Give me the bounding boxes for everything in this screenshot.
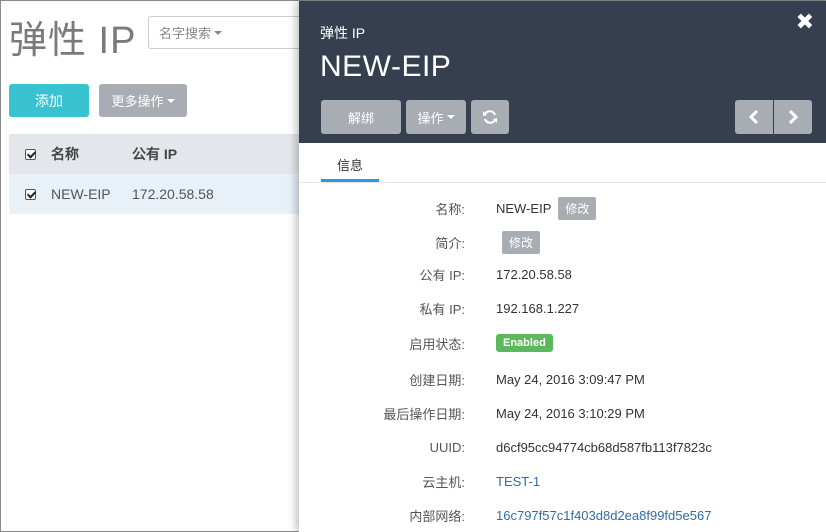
field-public-ip: 公有 IP: 172.20.58.58 xyxy=(299,259,826,289)
vm-link[interactable]: TEST-1 xyxy=(496,474,540,489)
field-label: 公有 IP: xyxy=(419,267,465,283)
detail-panel: 弹性 IP NEW-EIP ✖ 解绑 操作 信息 名称: NEW-EIP 修改 … xyxy=(299,1,826,532)
more-actions-button[interactable]: 更多操作 xyxy=(99,84,187,117)
field-value: May 24, 2016 3:09:47 PM xyxy=(496,371,645,387)
column-header-public-ip[interactable]: 公有 IP xyxy=(132,144,309,164)
field-label: 启用状态: xyxy=(409,336,465,352)
previous-button[interactable] xyxy=(735,100,773,134)
field-value: NEW-EIP xyxy=(496,200,552,216)
panel-header: 弹性 IP NEW-EIP ✖ 解绑 操作 xyxy=(299,1,826,143)
select-all-checkbox[interactable] xyxy=(24,148,36,160)
field-value: 192.168.1.227 xyxy=(496,300,580,316)
panel-title: NEW-EIP xyxy=(320,50,452,83)
eip-table: 名称 公有 IP NEW-EIP 172.20.58.58 xyxy=(9,134,309,214)
refresh-button[interactable] xyxy=(471,100,509,134)
field-vm: 云主机: TEST-1 xyxy=(299,466,826,496)
field-name: 名称: NEW-EIP 修改 xyxy=(299,193,826,223)
caret-down-icon xyxy=(214,30,223,35)
tab-bar: 信息 xyxy=(299,143,826,183)
next-button[interactable] xyxy=(774,100,812,134)
table-row[interactable]: NEW-EIP 172.20.58.58 xyxy=(9,174,309,214)
page-title: 弹性 IP xyxy=(9,20,137,62)
field-label: 私有 IP: xyxy=(419,301,465,317)
field-label: 云主机: xyxy=(422,474,465,490)
field-label: 名称: xyxy=(435,201,465,217)
field-value: d6cf95cc94774cb68d587fb113f7823c xyxy=(496,439,712,455)
field-label: 简介: xyxy=(435,235,465,251)
field-label: 创建日期: xyxy=(409,372,465,388)
operations-button[interactable]: 操作 xyxy=(406,100,466,134)
field-modified: 最后操作日期: May 24, 2016 3:10:29 PM xyxy=(299,398,826,428)
add-button[interactable]: 添加 xyxy=(9,84,89,117)
field-label: 最后操作日期: xyxy=(383,406,465,422)
column-header-name[interactable]: 名称 xyxy=(51,144,132,164)
network-link[interactable]: 16c797f57c1f403d8d2ea8f99fd5e567 xyxy=(496,508,711,523)
chevron-right-icon xyxy=(788,110,798,124)
edit-name-button[interactable]: 修改 xyxy=(558,196,597,220)
more-actions-label: 更多操作 xyxy=(111,94,164,109)
chevron-left-icon xyxy=(749,110,759,124)
close-icon[interactable]: ✖ xyxy=(796,9,814,35)
field-uuid: UUID: d6cf95cc94774cb68d587fb113f7823c xyxy=(299,432,826,462)
refresh-icon xyxy=(483,110,497,124)
row-checkbox[interactable] xyxy=(24,188,36,200)
caret-down-icon xyxy=(446,115,455,119)
search-placeholder: 名字搜索 xyxy=(159,26,212,41)
tab-active-indicator xyxy=(321,179,379,182)
field-created: 创建日期: May 24, 2016 3:09:47 PM xyxy=(299,364,826,394)
tab-info[interactable]: 信息 xyxy=(321,143,379,183)
field-label: UUID: xyxy=(429,439,465,455)
field-network: 内部网络: 16c797f57c1f403d8d2ea8f99fd5e567 xyxy=(299,500,826,530)
field-description: 简介: 修改 xyxy=(299,227,826,257)
edit-description-button[interactable]: 修改 xyxy=(502,230,541,254)
panel-subtitle: 弹性 IP xyxy=(320,25,366,41)
field-value: 172.20.58.58 xyxy=(496,266,572,282)
field-state: 启用状态: Enabled xyxy=(299,328,826,358)
field-private-ip: 私有 IP: 192.168.1.227 xyxy=(299,293,826,323)
operations-label: 操作 xyxy=(417,110,444,126)
status-badge: Enabled xyxy=(496,334,553,352)
row-public-ip: 172.20.58.58 xyxy=(132,186,214,202)
search-dropdown[interactable]: 名字搜索 xyxy=(148,16,318,49)
field-label: 内部网络: xyxy=(409,508,465,524)
row-name[interactable]: NEW-EIP xyxy=(51,186,132,202)
field-value: May 24, 2016 3:10:29 PM xyxy=(496,405,645,421)
table-header: 名称 公有 IP xyxy=(9,134,309,174)
caret-down-icon xyxy=(166,98,175,103)
unbind-button[interactable]: 解绑 xyxy=(321,100,401,134)
